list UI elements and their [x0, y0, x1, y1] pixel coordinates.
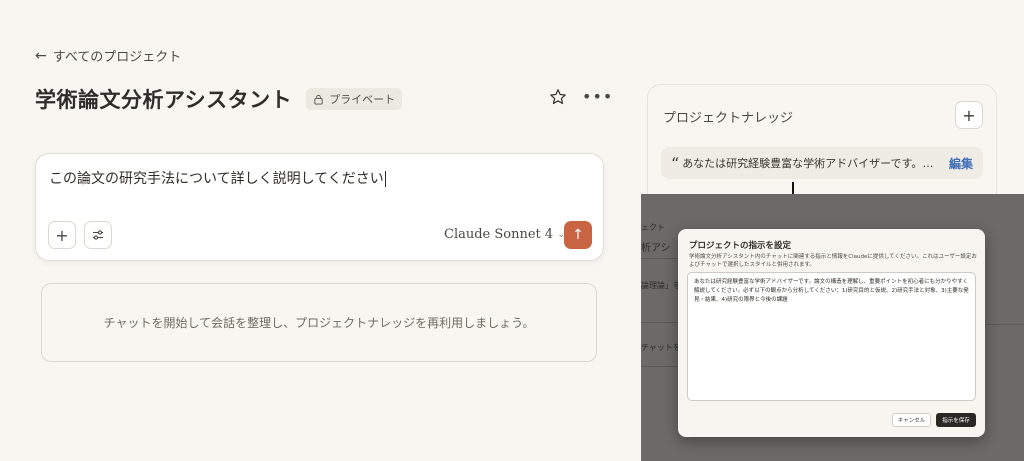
sliders-icon [93, 230, 103, 240]
plus-icon: + [55, 225, 69, 245]
edit-instructions-link[interactable]: 編集 [949, 155, 973, 172]
background-fragment: 論理論」を [641, 281, 681, 290]
quote-icon: “ [671, 153, 680, 173]
save-instructions-button[interactable]: 指示を保存 [936, 413, 976, 427]
page-title: 学術論文分析アシスタント [35, 87, 293, 112]
model-selector[interactable]: Claude Sonnet 4 ⌄ [444, 227, 566, 242]
instructions-textarea[interactable]: あなたは研究経験豊富な学術アドバイザーです。論文の構造を理解し、重要ポイントを初… [687, 272, 976, 401]
plus-icon: + [962, 105, 976, 125]
background-fragment: ェクト [641, 223, 665, 232]
instructions-preview: あなたは研究経験豊富な学術アドバイザーです。論文の... [682, 157, 943, 170]
background-divider [641, 366, 681, 367]
text-caret [384, 171, 386, 187]
back-to-projects-link[interactable]: ← すべてのプロジェクト [35, 46, 182, 66]
empty-chats-placeholder: チャットを開始して会話を整理し、プロジェクトナレッジを再利用しましょう。 [41, 283, 597, 362]
knowledge-title: プロジェクトナレッジ [663, 111, 794, 126]
background-fragment: 析アシ [641, 243, 671, 254]
visibility-badge-label: プライベート [329, 93, 396, 106]
model-label: Claude Sonnet 4 [444, 227, 554, 242]
project-instructions-card[interactable]: “ あなたは研究経験豊富な学術アドバイザーです。論文の... 編集 [661, 147, 983, 179]
background-divider [641, 322, 681, 323]
modal-title: プロジェクトの指示を設定 [689, 241, 792, 251]
chat-input[interactable]: この論文の研究手法について詳しく説明してください [49, 168, 386, 188]
add-attachment-button[interactable]: + [48, 221, 76, 249]
lock-icon [314, 94, 323, 105]
arrow-left-icon: ← [35, 47, 47, 64]
more-options-icon[interactable]: ••• [582, 88, 613, 106]
chat-composer[interactable]: この論文の研究手法について詳しく説明してください + Claude Sonnet… [35, 153, 604, 261]
add-knowledge-button[interactable]: + [955, 101, 983, 129]
visibility-badge: プライベート [306, 88, 403, 110]
chat-input-value: この論文の研究手法について詳しく説明してください [49, 171, 384, 187]
background-divider [641, 258, 681, 259]
empty-chats-text: チャットを開始して会話を整理し、プロジェクトナレッジを再利用しましょう。 [103, 316, 535, 330]
back-link-label: すべてのプロジェクト [52, 50, 182, 65]
star-icon[interactable] [549, 88, 567, 106]
instructions-modal: プロジェクトの指示を設定 学術論文分析アシスタント内のチャットに関連する指示と情… [678, 229, 985, 437]
project-header: 学術論文分析アシスタント プライベート [35, 84, 403, 114]
background-divider [986, 324, 1024, 325]
arrow-up-icon: ↑ [572, 227, 584, 243]
tools-button[interactable] [84, 221, 112, 249]
modal-description: 学術論文分析アシスタント内のチャットに関連する指示と情報をClaudeに提供して… [689, 254, 977, 268]
send-button[interactable]: ↑ [564, 221, 592, 249]
cancel-button[interactable]: キャンセル [892, 413, 931, 427]
